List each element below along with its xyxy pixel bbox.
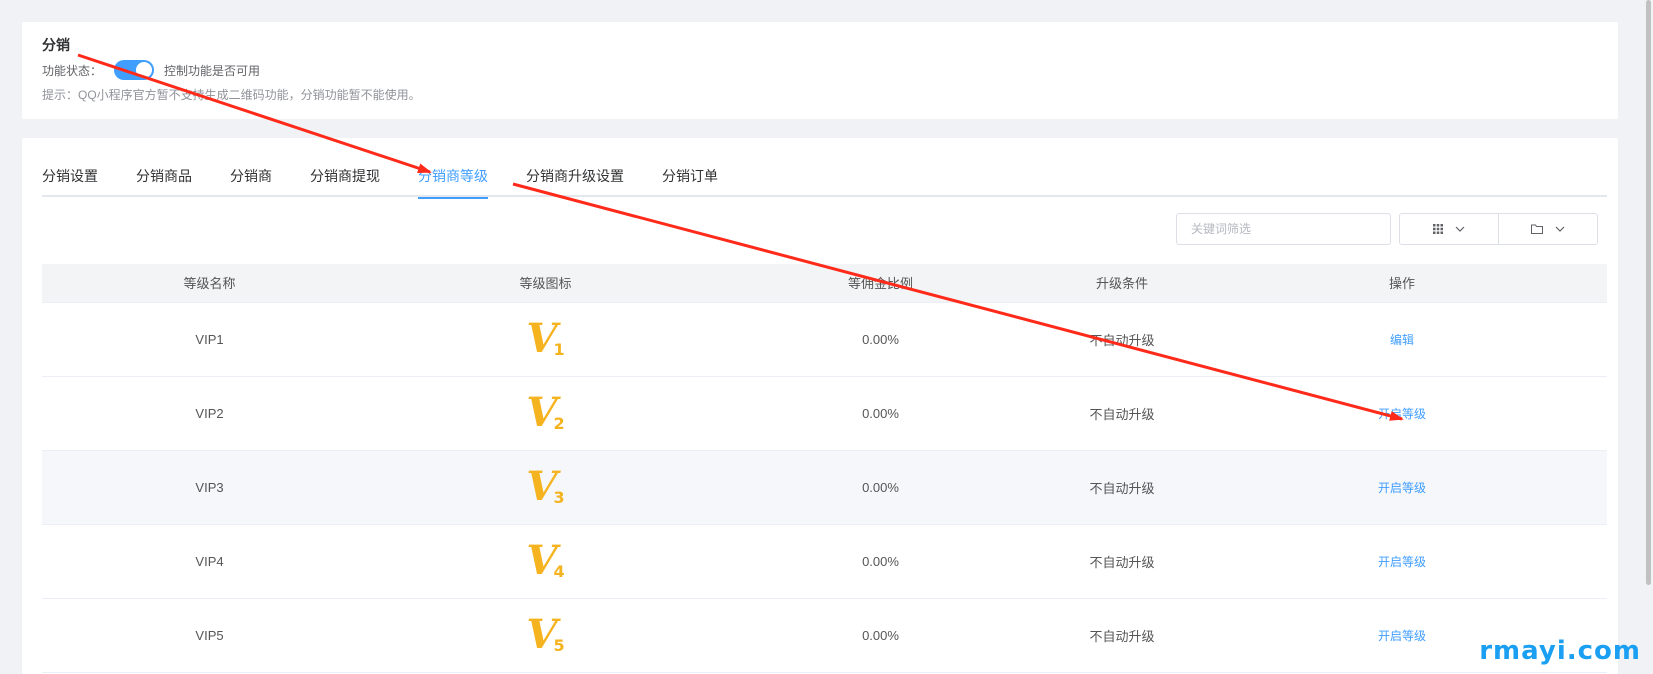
header-upgrade-condition: 升级条件 (1047, 264, 1197, 303)
level-name-cell: VIP1 (42, 302, 377, 377)
tab-settings[interactable]: 分销设置 (42, 162, 117, 197)
toggle-hint: 控制功能是否可用 (164, 63, 261, 78)
page-scrollbar[interactable] (1643, 0, 1653, 674)
columns-button[interactable] (1399, 213, 1499, 245)
vip-level-icon: V4 (526, 537, 565, 584)
tab-orders[interactable]: 分销订单 (643, 162, 737, 197)
level-icon-cell: V4 (377, 524, 714, 599)
header-level-name: 等级名称 (42, 264, 377, 303)
upgrade-condition-cell: 不自动升级 (1047, 524, 1197, 599)
level-name-cell: VIP2 (42, 376, 377, 451)
tab-levels[interactable]: 分销商等级 (399, 162, 507, 199)
export-button[interactable] (1498, 213, 1598, 245)
vip-level-icon: V1 (526, 315, 565, 362)
feature-toggle[interactable] (114, 60, 155, 80)
upgrade-condition-cell: 不自动升级 (1047, 598, 1197, 673)
action-cell: 编辑 (1197, 302, 1607, 377)
folder-icon (1531, 224, 1543, 234)
grid-icon (1433, 224, 1443, 234)
chevron-down-icon (1455, 226, 1465, 232)
upgrade-condition-cell: 不自动升级 (1047, 450, 1197, 525)
enable-level-link[interactable]: 开启等级 (1378, 555, 1426, 569)
enable-level-link[interactable]: 开启等级 (1378, 629, 1426, 643)
commission-ratio-cell: 0.00% (714, 302, 1047, 377)
tab-withdrawals[interactable]: 分销商提现 (291, 162, 399, 197)
vip-level-icon: V2 (526, 389, 565, 436)
feature-status-row: 功能状态： 控制功能是否可用 (42, 60, 260, 80)
table-row: VIP2 V2 0.00% 不自动升级 开启等级 (42, 376, 1607, 451)
header-level-icon: 等级图标 (377, 264, 714, 303)
level-table: 等级名称 等级图标 等佣金比例 升级条件 操作 VIP1 V1 0.00% 不自… (42, 264, 1607, 673)
action-cell: 开启等级 (1197, 376, 1607, 451)
level-icon-cell: V5 (377, 598, 714, 673)
main-card: 分销设置 分销商品 分销商 分销商提现 分销商等级 分销商升级设置 分销订单 等… (22, 138, 1618, 674)
header-actions: 操作 (1197, 264, 1607, 303)
table-row: VIP4 V4 0.00% 不自动升级 开启等级 (42, 524, 1607, 599)
action-cell: 开启等级 (1197, 450, 1607, 525)
enable-level-link[interactable]: 开启等级 (1378, 407, 1426, 421)
chevron-down-icon (1555, 226, 1565, 232)
level-name-cell: VIP4 (42, 524, 377, 599)
upgrade-condition-cell: 不自动升级 (1047, 376, 1197, 451)
toggle-knob (136, 62, 153, 78)
commission-ratio-cell: 0.00% (714, 450, 1047, 525)
vip-level-icon: V3 (526, 463, 565, 510)
table-row: VIP1 V1 0.00% 不自动升级 编辑 (42, 302, 1607, 377)
feature-card: 分销 功能状态： 控制功能是否可用 提示：QQ小程序官方暂不支持生成二维码功能，… (22, 22, 1618, 119)
vip-level-icon: V5 (526, 611, 565, 658)
table-header-row: 等级名称 等级图标 等佣金比例 升级条件 操作 (42, 264, 1607, 303)
level-name-cell: VIP3 (42, 450, 377, 525)
tab-upgrade-settings[interactable]: 分销商升级设置 (507, 162, 643, 197)
feature-title: 分销 (42, 37, 70, 53)
level-name-cell: VIP5 (42, 598, 377, 673)
status-label: 功能状态： (42, 63, 103, 78)
level-icon-cell: V2 (377, 376, 714, 451)
commission-ratio-cell: 0.00% (714, 524, 1047, 599)
scrollbar-thumb[interactable] (1646, 0, 1651, 585)
table-row: VIP5 V5 0.00% 不自动升级 开启等级 (42, 598, 1607, 673)
edit-level-link[interactable]: 编辑 (1390, 333, 1414, 347)
level-icon-cell: V1 (377, 302, 714, 377)
tab-bar: 分销设置 分销商品 分销商 分销商提现 分销商等级 分销商升级设置 分销订单 (42, 162, 1607, 199)
enable-level-link[interactable]: 开启等级 (1378, 481, 1426, 495)
tab-products[interactable]: 分销商品 (117, 162, 211, 197)
feature-tip: 提示：QQ小程序官方暂不支持生成二维码功能，分销功能暂不能使用。 (42, 88, 421, 102)
action-cell: 开启等级 (1197, 524, 1607, 599)
table-row: VIP3 V3 0.00% 不自动升级 开启等级 (42, 450, 1607, 525)
commission-ratio-cell: 0.00% (714, 598, 1047, 673)
level-icon-cell: V3 (377, 450, 714, 525)
upgrade-condition-cell: 不自动升级 (1047, 302, 1197, 377)
commission-ratio-cell: 0.00% (714, 376, 1047, 451)
keyword-search-input[interactable] (1176, 213, 1391, 245)
watermark-text: rmayi.com (1479, 636, 1641, 666)
header-commission-ratio: 等佣金比例 (714, 264, 1047, 303)
tab-distributors[interactable]: 分销商 (211, 162, 291, 197)
